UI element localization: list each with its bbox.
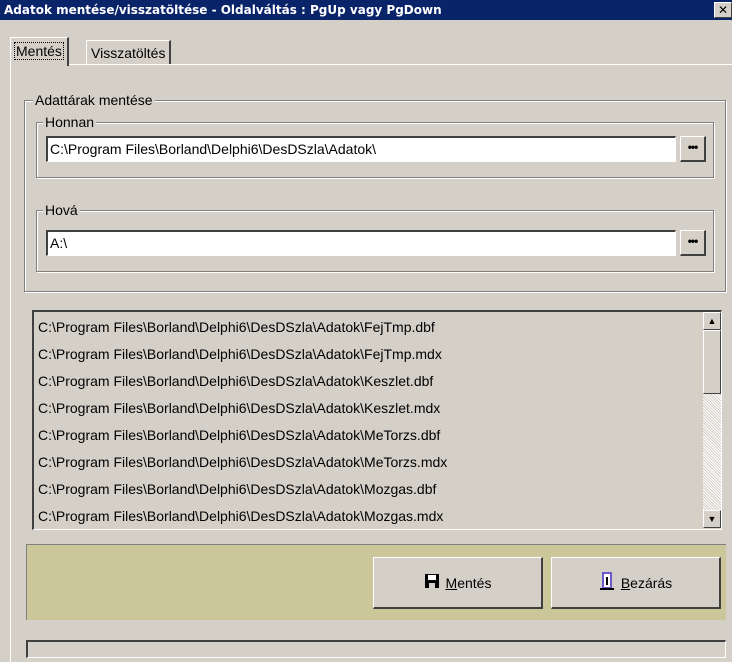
target-path-field[interactable]: A:\ (46, 230, 676, 256)
dialog-window: Adatok mentése/visszatöltése - Oldalvált… (0, 0, 732, 662)
triangle-up-icon: ▲ (707, 316, 717, 326)
window-title: Adatok mentése/visszatöltése - Oldalvált… (4, 3, 442, 17)
target-legend: Hová (43, 202, 80, 218)
save-button-label: Mentés (445, 574, 492, 591)
close-icon: ✕ (717, 3, 729, 17)
vertical-scrollbar[interactable]: ▲ ▼ (703, 312, 721, 528)
save-group-legend: Adattárak mentése (33, 92, 155, 108)
target-browse-button[interactable]: ••• (680, 230, 706, 256)
source-legend: Honnan (43, 114, 97, 130)
list-item[interactable]: C:\Program Files\Borland\Delphi6\DesDSzl… (38, 368, 698, 395)
floppy-disk-icon (424, 573, 440, 592)
file-listbox[interactable]: C:\Program Files\Borland\Delphi6\DesDSzl… (32, 310, 722, 530)
close-button[interactable]: Bezárás (551, 557, 721, 609)
list-item[interactable]: C:\Program Files\Borland\Delphi6\DesDSzl… (38, 395, 698, 422)
list-item[interactable]: C:\Program Files\Borland\Delphi6\DesDSzl… (38, 476, 698, 503)
tab-visszatoltes[interactable]: Visszatöltés (86, 40, 172, 65)
list-item[interactable]: C:\Program Files\Borland\Delphi6\DesDSzl… (38, 449, 698, 476)
scroll-down-button[interactable]: ▼ (703, 510, 721, 528)
source-browse-button[interactable]: ••• (680, 136, 706, 162)
tab-label: Mentés (14, 42, 64, 60)
ellipsis-icon: ••• (687, 140, 699, 154)
save-button[interactable]: Mentés (373, 557, 543, 609)
scroll-up-button[interactable]: ▲ (703, 312, 721, 330)
close-button-label: Bezárás (620, 574, 673, 591)
list-item[interactable]: C:\Program Files\Borland\Delphi6\DesDSzl… (38, 422, 698, 449)
ellipsis-icon: ••• (687, 234, 699, 248)
file-list: C:\Program Files\Borland\Delphi6\DesDSzl… (38, 314, 698, 529)
tab-mentes[interactable]: Mentés (10, 37, 69, 66)
list-item[interactable]: C:\Program Files\Borland\Delphi6\DesDSzl… (38, 503, 698, 529)
door-exit-icon (599, 571, 615, 594)
close-window-button[interactable]: ✕ (714, 2, 732, 18)
progress-bar (26, 640, 726, 658)
list-item[interactable]: C:\Program Files\Borland\Delphi6\DesDSzl… (38, 341, 698, 368)
scroll-thumb[interactable] (703, 330, 721, 394)
button-panel: Mentés Bezárás (26, 544, 726, 620)
list-item[interactable]: C:\Program Files\Borland\Delphi6\DesDSzl… (38, 314, 698, 341)
source-path-field[interactable]: C:\Program Files\Borland\Delphi6\DesDSzl… (46, 136, 676, 162)
triangle-down-icon: ▼ (707, 514, 717, 524)
title-bar: Adatok mentése/visszatöltése - Oldalvált… (0, 0, 732, 20)
tab-label: Visszatöltés (91, 45, 166, 61)
